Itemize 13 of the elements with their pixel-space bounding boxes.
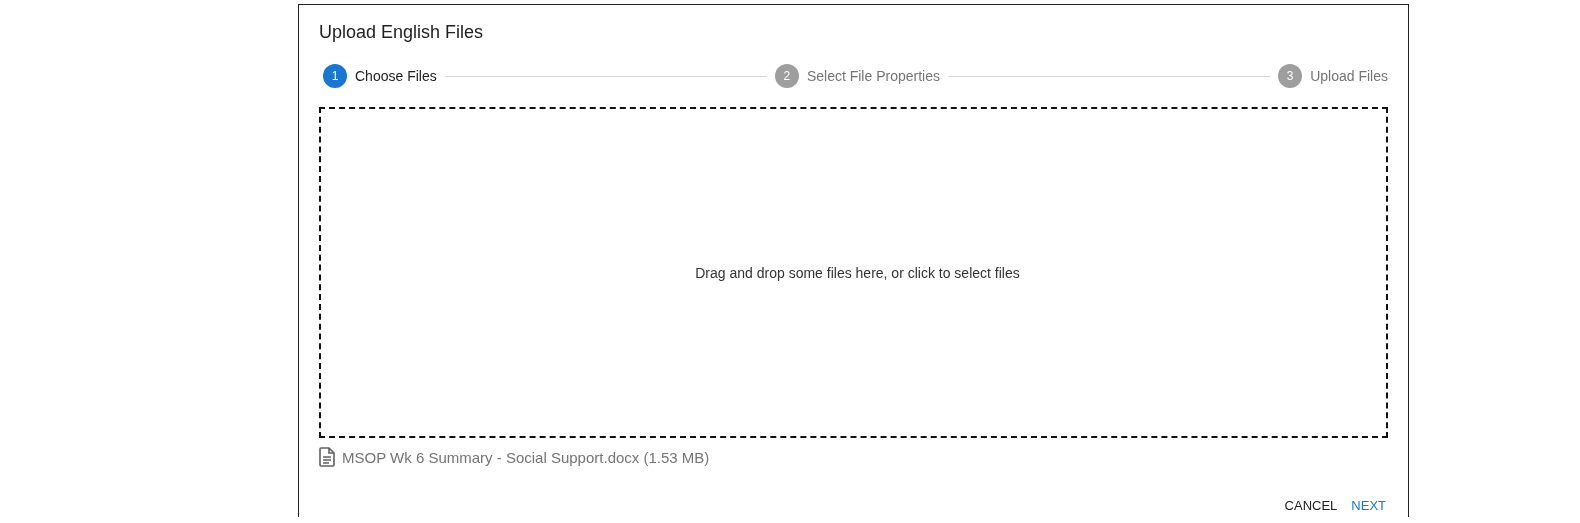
step-label: Upload Files: [1310, 68, 1388, 84]
drop-zone-message: Drag and drop some files here, or click to select files: [695, 264, 1020, 281]
document-icon: [319, 447, 335, 467]
cancel-button[interactable]: CANCEL: [1282, 496, 1340, 515]
step-number: 1: [323, 64, 347, 88]
file-name: MSOP Wk 6 Summary - Social Support.docx (1.53 MB): [342, 448, 710, 466]
step-number: 3: [1278, 64, 1303, 88]
dialog-title: Upload English Files: [319, 21, 485, 42]
drop-zone[interactable]: Drag and drop some files here, or click to select files: [319, 107, 1388, 438]
step-label: Select File Properties: [806, 68, 940, 84]
next-button[interactable]: NEXT: [1349, 496, 1388, 515]
step-label: Choose Files: [355, 68, 437, 84]
step-number: 2: [774, 64, 799, 88]
